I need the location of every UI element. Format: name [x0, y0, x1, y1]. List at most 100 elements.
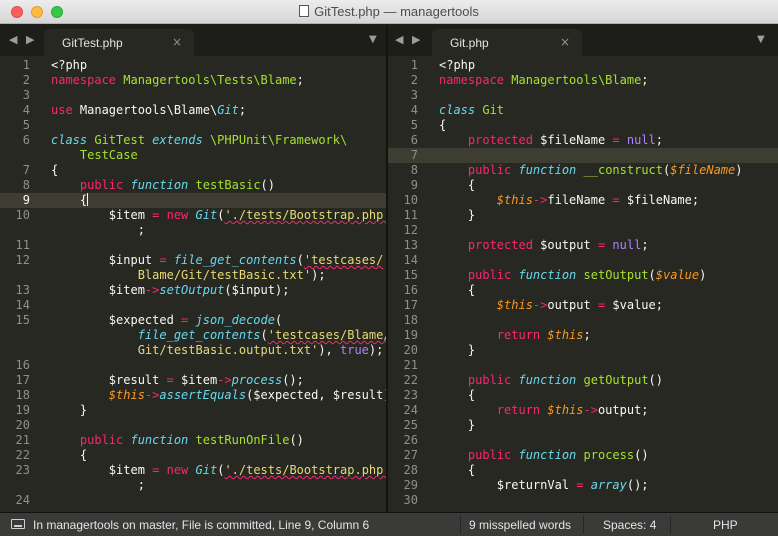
code-line[interactable]: 22 public function getOutput() [388, 373, 778, 388]
line-number: 9 [410, 178, 418, 192]
code-line[interactable]: 23 $item = new Git('./tests/Bootstrap.ph… [0, 463, 386, 478]
code-line[interactable]: 10 $item = new Git('./tests/Bootstrap.ph… [0, 208, 386, 223]
forward-arrow-icon[interactable]: ▶ [26, 33, 34, 46]
code-line[interactable]: 12 $input = file_get_contents('testcases… [0, 253, 386, 268]
code-line[interactable]: 20 } [388, 343, 778, 358]
code-line[interactable]: 23 { [388, 388, 778, 403]
code-line[interactable]: 6 protected $fileName = null; [388, 133, 778, 148]
code-line[interactable]: 8 public function testBasic() [0, 178, 386, 193]
code-text: return $this->output; [496, 403, 649, 417]
code-line[interactable]: 20 [0, 418, 386, 433]
code-line[interactable]: 30 [388, 493, 778, 508]
line-number: 13 [15, 283, 30, 297]
panel-toggle-icon[interactable] [11, 519, 25, 529]
code-line[interactable]: 8 public function __construct($fileName) [388, 163, 778, 178]
code-line[interactable]: 12 [388, 223, 778, 238]
back-arrow-icon[interactable]: ◀ [9, 33, 17, 46]
close-tab-icon[interactable]: × [172, 35, 182, 49]
line-number: 17 [15, 373, 30, 387]
code-line[interactable]: 6 class GitTest extends \PHPUnit\Framewor… [0, 133, 386, 148]
code-line[interactable]: 29 $returnVal = array(); [388, 478, 778, 493]
code-line[interactable]: 19 return $this; [388, 328, 778, 343]
tab-git-php[interactable]: Git.php × [432, 29, 582, 56]
code-line[interactable]: Blame/Git/testBasic.txt'); [0, 268, 386, 283]
line-number: 14 [403, 253, 418, 267]
code-line[interactable]: 27 public function process() [388, 448, 778, 463]
code-line[interactable]: 21 [388, 358, 778, 373]
code-text: $result = $item->process(); [51, 373, 304, 387]
code-line[interactable]: 11 [0, 238, 386, 253]
code-line[interactable]: 24 [0, 493, 386, 508]
code-line[interactable]: 13 $item->setOutput($input); [0, 283, 386, 298]
code-line[interactable]: 9 { [388, 178, 778, 193]
code-line[interactable]: file_get_contents('testcases/Blame/ [0, 328, 386, 343]
code-line[interactable]: 4 class Git [388, 103, 778, 118]
code-line[interactable]: 1 <?php [388, 58, 778, 73]
line-number: 19 [403, 328, 418, 342]
code-line[interactable]: 4 use Managertools\Blame\Git; [0, 103, 386, 118]
code-line[interactable]: ; [0, 223, 386, 238]
code-text: ; [51, 223, 145, 237]
code-line[interactable]: 16 [0, 358, 386, 373]
code-line[interactable]: 16 { [388, 283, 778, 298]
code-line[interactable]: 2 namespace Managertools\Blame; [388, 73, 778, 88]
code-line[interactable]: 15 public function setOutput($value) [388, 268, 778, 283]
code-line[interactable]: Git/testBasic.output.txt'), true); [0, 343, 386, 358]
status-bar: In managertools on master, File is commi… [0, 512, 778, 536]
code-line[interactable]: 13 protected $output = null; [388, 238, 778, 253]
code-text: public function testBasic() [79, 178, 275, 192]
line-number: 2 [22, 73, 30, 87]
code-line[interactable]: 17 $this->output = $value; [388, 298, 778, 313]
code-line[interactable]: 15 $expected = json_decode( [0, 313, 386, 328]
code-line[interactable]: 7 [388, 148, 778, 163]
spelling-status[interactable]: 9 misspelled words [469, 518, 571, 532]
tab-label: Git.php [450, 36, 489, 50]
code-line[interactable]: 17 $result = $item->process(); [0, 373, 386, 388]
code-line[interactable]: 22 { [0, 448, 386, 463]
close-tab-icon[interactable]: × [560, 35, 570, 49]
code-line[interactable]: 2 namespace Managertools\Tests\Blame; [0, 73, 386, 88]
code-line[interactable]: 1 <?php [0, 58, 386, 73]
code-line[interactable]: 3 [0, 88, 386, 103]
tab-bar-right: ◀ ▶ Git.php × ▼ [388, 25, 778, 56]
code-line[interactable]: 11 } [388, 208, 778, 223]
code-line[interactable]: 21 public function testRunOnFile() [0, 433, 386, 448]
code-line[interactable]: 3 [388, 88, 778, 103]
line-number: 19 [15, 403, 30, 417]
code-line[interactable]: 24 return $this->output; [388, 403, 778, 418]
line-number: 23 [15, 463, 30, 477]
code-line[interactable]: 5{ [388, 118, 778, 133]
tab-menu-icon[interactable]: ▼ [757, 34, 765, 45]
code-editor-left[interactable]: 1 <?php 2 namespace Managertools\Tests\Blam… [0, 56, 386, 512]
code-text: <?php [439, 58, 476, 72]
tab-menu-icon[interactable]: ▼ [369, 34, 377, 45]
indentation-status[interactable]: Spaces: 4 [603, 518, 656, 532]
code-text: namespace Managertools\Blame; [439, 73, 649, 87]
code-text: class GitTest extends \PHPUnit\Framework… [51, 133, 348, 147]
code-line[interactable]: 14 [388, 253, 778, 268]
code-line[interactable]: 28 { [388, 463, 778, 478]
forward-arrow-icon[interactable]: ▶ [412, 33, 420, 46]
tab-gittest-php[interactable]: GitTest.php × [44, 29, 194, 56]
code-line[interactable]: 7{ [0, 163, 386, 178]
code-line[interactable]: 9 { [0, 193, 386, 208]
syntax-status[interactable]: PHP [713, 518, 738, 532]
code-text: } [51, 403, 88, 417]
code-line[interactable]: 26 [388, 433, 778, 448]
code-line[interactable]: 10 $this->fileName = $fileName; [388, 193, 778, 208]
code-line[interactable]: ; [0, 478, 386, 493]
code-line[interactable]: 14 [0, 298, 386, 313]
code-line[interactable]: 5 [0, 118, 386, 133]
code-line[interactable]: 18 $this->assertEquals($expected, $resul… [0, 388, 386, 403]
back-arrow-icon[interactable]: ◀ [395, 33, 403, 46]
line-number: 4 [410, 103, 418, 117]
code-editor-right[interactable]: 1 <?php 2 namespace Managertools\Blame; 3 4 cl… [388, 56, 778, 512]
code-line[interactable]: 25 } [388, 418, 778, 433]
line-number: 21 [403, 358, 418, 372]
line-number: 9 [22, 193, 30, 207]
line-number: 5 [410, 118, 418, 132]
code-line[interactable]: 18 [388, 313, 778, 328]
code-line[interactable]: TestCase [0, 148, 386, 163]
code-line[interactable]: 19 } [0, 403, 386, 418]
line-number: 22 [403, 373, 418, 387]
